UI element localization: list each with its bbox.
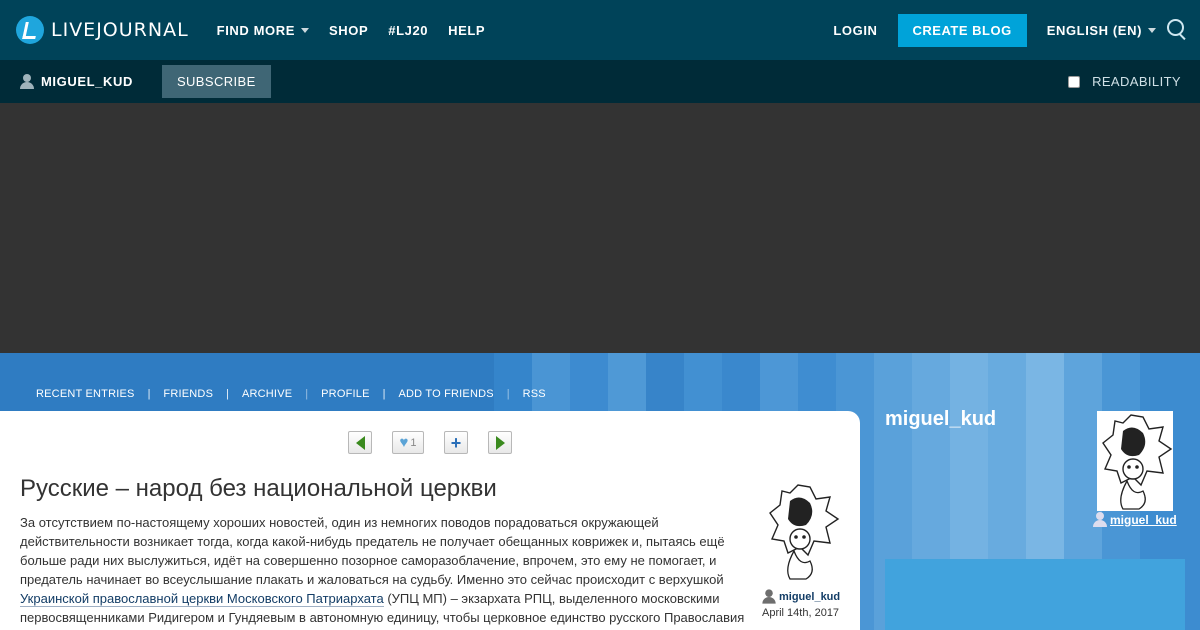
nav-separator: | bbox=[147, 388, 151, 400]
nav-find-more-label: FIND MORE bbox=[216, 22, 295, 38]
like-button[interactable]: ♥ 1 bbox=[392, 431, 424, 454]
nav-rss[interactable]: RSS bbox=[523, 388, 546, 400]
nav-separator: | bbox=[506, 388, 510, 400]
create-blog-button[interactable]: CREATE BLOG bbox=[897, 13, 1027, 47]
post-inline-link[interactable]: Украинской православной церкви Московско… bbox=[20, 591, 384, 607]
nav-separator: | bbox=[226, 388, 229, 400]
readability-label: READABILITY bbox=[1092, 74, 1181, 89]
logo-text: LIVEJOURNAL bbox=[51, 19, 189, 41]
readability-checkbox[interactable] bbox=[1068, 75, 1081, 88]
post-author-link[interactable]: miguel_kud bbox=[762, 589, 840, 604]
sidebar-widget-box bbox=[885, 559, 1185, 630]
user-icon bbox=[1093, 512, 1107, 527]
chevron-down-icon bbox=[1148, 27, 1156, 33]
post-body: За отсутствием по-настоящему хороших нов… bbox=[20, 513, 748, 627]
language-label: ENGLISH (EN) bbox=[1046, 22, 1142, 38]
nav-profile[interactable]: PROFILE bbox=[321, 388, 369, 400]
arrow-left-icon bbox=[355, 435, 365, 450]
post-text: За отсутствием по-настоящему хороших нов… bbox=[20, 515, 725, 587]
journal-owner-name: MIGUEL_KUD bbox=[41, 74, 133, 89]
post-author-name: miguel_kud bbox=[779, 590, 841, 603]
journal-navigation: RECENT ENTRIES | FRIENDS | ARCHIVE | PRO… bbox=[36, 388, 546, 400]
livejournal-logo[interactable]: LIVEJOURNAL bbox=[16, 16, 189, 44]
sidebar-user-name: miguel_kud bbox=[1110, 512, 1177, 527]
nav-lj20[interactable]: #LJ20 bbox=[388, 23, 428, 38]
chevron-down-icon bbox=[301, 27, 309, 33]
subscribe-button[interactable]: SUBSCRIBE bbox=[161, 65, 271, 98]
sidebar-journal-name: miguel_kud bbox=[885, 408, 997, 430]
nav-friends[interactable]: FRIENDS bbox=[163, 388, 213, 400]
heart-icon: ♥ bbox=[399, 434, 409, 451]
nav-add-to-friends[interactable]: ADD TO FRIENDS bbox=[398, 388, 493, 400]
post-date: April 14th, 2017 bbox=[762, 607, 840, 619]
journal-subbar: MIGUEL_KUD SUBSCRIBE READABILITY bbox=[0, 60, 1200, 103]
nav-shop[interactable]: SHOP bbox=[329, 23, 368, 38]
user-icon bbox=[20, 74, 34, 89]
post-title: Русские – народ без национальной церкви bbox=[20, 475, 497, 502]
top-navigation-bar: LIVEJOURNAL FIND MORE SHOP #LJ20 HELP LO… bbox=[0, 0, 1200, 60]
plus-icon: + bbox=[450, 432, 462, 453]
nav-separator: | bbox=[382, 388, 386, 400]
add-to-memories-button[interactable]: + bbox=[444, 431, 468, 454]
user-icon bbox=[762, 589, 776, 604]
login-link[interactable]: LOGIN bbox=[833, 23, 877, 38]
nav-help[interactable]: HELP bbox=[448, 23, 485, 38]
nav-archive[interactable]: ARCHIVE bbox=[242, 388, 292, 400]
like-count: 1 bbox=[410, 436, 417, 449]
sidebar-user-link[interactable]: miguel_kud bbox=[1093, 512, 1177, 527]
previous-entry-button[interactable] bbox=[348, 431, 372, 454]
livejournal-logo-icon bbox=[16, 16, 44, 44]
sidebar-avatar[interactable] bbox=[1097, 411, 1173, 511]
nav-separator: | bbox=[305, 388, 309, 400]
language-selector[interactable]: ENGLISH (EN) bbox=[1047, 23, 1156, 38]
search-icon[interactable] bbox=[1166, 19, 1188, 41]
ad-banner-area bbox=[0, 103, 1200, 353]
author-avatar[interactable] bbox=[760, 481, 842, 583]
journal-owner-link[interactable]: MIGUEL_KUD bbox=[20, 74, 133, 89]
next-entry-button[interactable] bbox=[488, 431, 512, 454]
nav-find-more[interactable]: FIND MORE bbox=[217, 23, 309, 38]
arrow-right-icon bbox=[495, 435, 505, 450]
post-entry: ♥ 1 + Русские – народ без национальной це… bbox=[0, 411, 860, 630]
nav-recent-entries[interactable]: RECENT ENTRIES bbox=[36, 388, 135, 400]
readability-toggle[interactable]: READABILITY bbox=[1068, 74, 1181, 89]
